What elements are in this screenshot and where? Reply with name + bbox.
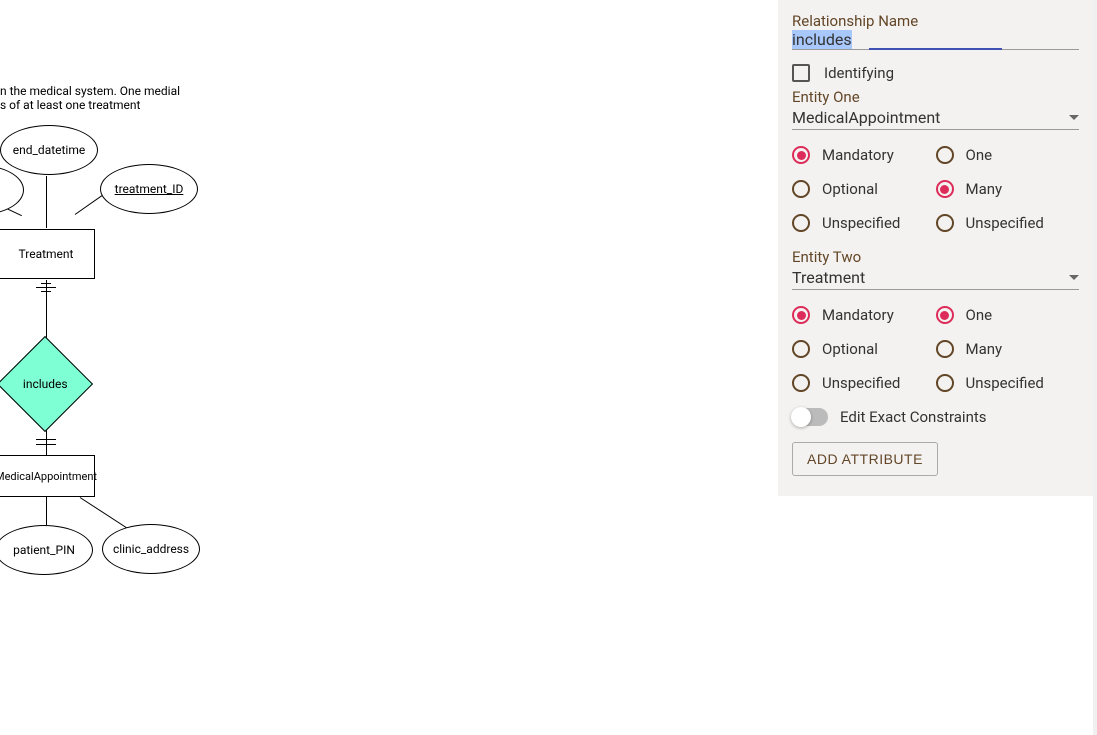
attribute-end-datetime[interactable]: end_datetime [0, 125, 98, 175]
entity-one-unspecified-part-radio[interactable]: Unspecified [792, 214, 936, 232]
entity-two-mandatory-radio[interactable]: Mandatory [792, 306, 936, 324]
identifying-checkbox[interactable] [792, 64, 810, 82]
attribute-clinic-address[interactable]: clinic_address [102, 524, 200, 574]
entity-two-label: Entity Two [792, 248, 1079, 266]
relationship-name-input-wrap[interactable]: includes [792, 30, 1079, 50]
exact-constraints-label: Edit Exact Constraints [840, 408, 987, 426]
connector [46, 176, 47, 228]
attribute-patient-pin[interactable]: patient_PIN [0, 525, 93, 575]
connector [46, 497, 47, 525]
chevron-down-icon [1069, 115, 1079, 120]
entity-two-many-radio[interactable]: Many [936, 340, 1080, 358]
entity-two-select[interactable]: Treatment [792, 266, 1079, 290]
entity-treatment[interactable]: Treatment [0, 229, 95, 279]
entity-two-one-radio[interactable]: One [936, 306, 1080, 324]
entity-one-mandatory-radio[interactable]: Mandatory [792, 146, 936, 164]
connector [36, 444, 56, 445]
entity-one-optional-radio[interactable]: Optional [792, 180, 936, 198]
entity-two-unspecified-part-radio[interactable]: Unspecified [792, 374, 936, 392]
chevron-down-icon [1069, 275, 1079, 280]
attribute-partial[interactable]: e [0, 165, 24, 215]
attribute-treatment-id[interactable]: treatment_ID [100, 164, 198, 214]
entity-one-one-radio[interactable]: One [936, 146, 1080, 164]
entity-two-optional-radio[interactable]: Optional [792, 340, 936, 358]
relationship-includes[interactable]: includes [0, 336, 93, 432]
relationship-name-input[interactable]: includes [792, 30, 852, 49]
exact-constraints-toggle-row[interactable]: Edit Exact Constraints [792, 408, 1079, 426]
connector [36, 439, 56, 440]
entity-two-unspecified-card-radio[interactable]: Unspecified [936, 374, 1080, 392]
identifying-label: Identifying [824, 64, 894, 82]
connector [41, 291, 51, 292]
entity-two-radio-grid: Mandatory One Optional Many Unspecified … [792, 300, 1079, 398]
diagram-description: n the medical system. One medial s of at… [0, 84, 180, 113]
entity-one-many-radio[interactable]: Many [936, 180, 1080, 198]
entity-one-unspecified-card-radio[interactable]: Unspecified [936, 214, 1080, 232]
entity-one-select[interactable]: MedicalAppointment [792, 106, 1079, 130]
entity-medical-appointment[interactable]: MedicalAppointment [0, 455, 95, 497]
vertical-scrollbar[interactable] [1093, 0, 1097, 735]
diagram-canvas[interactable]: n the medical system. One medial s of at… [0, 0, 778, 735]
connector [41, 283, 51, 284]
entity-one-radio-grid: Mandatory One Optional Many Unspecified … [792, 140, 1079, 238]
entity-one-label: Entity One [792, 88, 1079, 106]
properties-panel: Relationship Name includes Identifying E… [778, 0, 1093, 496]
connector [36, 287, 56, 288]
identifying-checkbox-row[interactable]: Identifying [792, 64, 1079, 82]
add-attribute-button[interactable]: ADD ATTRIBUTE [792, 442, 938, 476]
exact-constraints-toggle[interactable] [792, 408, 828, 426]
